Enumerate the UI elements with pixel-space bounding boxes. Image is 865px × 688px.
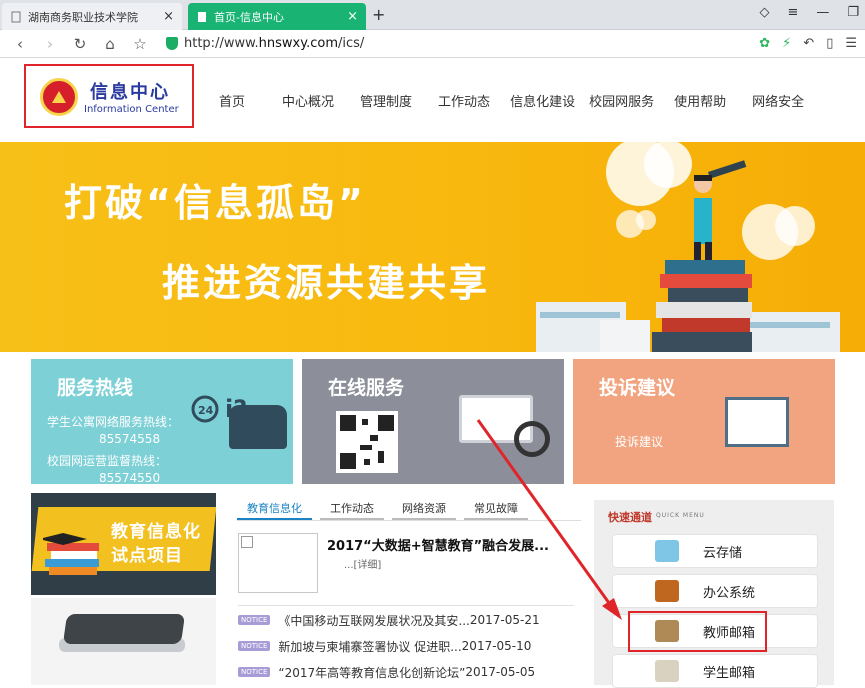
address-bar: ‹ › ↻ ⌂ ☆ http://www.hnswxy.com/ics/ ✿ ⚡… bbox=[0, 30, 865, 58]
security-shield-icon[interactable] bbox=[166, 37, 178, 50]
tab-info-center[interactable]: 首页-信息中心 × bbox=[188, 3, 366, 30]
support-24h-icon: 24 i? bbox=[191, 395, 247, 423]
hotline-number-1: 85574558 bbox=[99, 432, 161, 446]
hotline-number-2: 85574550 bbox=[99, 471, 161, 484]
notice-badge: NOTICE bbox=[238, 667, 271, 677]
nav-home[interactable]: 首页 bbox=[219, 91, 245, 110]
page-icon bbox=[11, 11, 21, 22]
logo-highlight-box[interactable]: 信息中心 Information Center bbox=[24, 64, 194, 128]
tab-work-news[interactable]: 工作动态 bbox=[320, 497, 384, 520]
envelope-icon bbox=[655, 660, 679, 682]
complaint-subtitle: 投诉建议 bbox=[615, 435, 664, 449]
news-date: 2017-05-21 bbox=[469, 613, 540, 627]
college-seal-icon bbox=[40, 78, 78, 116]
news-tabs: 教育信息化 工作动态 网络资源 常见故障 bbox=[237, 497, 581, 521]
undo-icon[interactable]: ↶ bbox=[803, 36, 814, 51]
news-item[interactable]: NOTICE 《中国移动互联网发展状况及其安... 2017-05-21 bbox=[238, 611, 578, 629]
hotline-title: 服务热线 bbox=[57, 377, 134, 399]
home-icon[interactable]: ⌂ bbox=[100, 35, 120, 53]
banner-headline: 打破“信息孤岛” bbox=[64, 181, 366, 225]
tab-edu-informatization[interactable]: 教育信息化 bbox=[237, 497, 312, 520]
page-icon bbox=[198, 11, 206, 22]
books-icon bbox=[43, 533, 99, 575]
nav-security[interactable]: 网络安全 bbox=[752, 91, 804, 110]
online-service-card[interactable]: 在线服务 bbox=[302, 359, 564, 484]
news-item[interactable]: NOTICE 新加坡与柬埔寨签署协议 促进职... 2017-05-10 bbox=[238, 637, 578, 655]
briefcase-icon bbox=[655, 580, 679, 602]
quick-menu-subtitle: QUICK MENU bbox=[656, 512, 705, 519]
menu-icon[interactable]: ≡ bbox=[787, 5, 798, 20]
main-nav: 首页 中心概况 管理制度 工作动态 信息化建设 校园网服务 使用帮助 网络安全 bbox=[205, 58, 804, 142]
envelope-icon bbox=[725, 397, 789, 447]
nav-help[interactable]: 使用帮助 bbox=[674, 91, 726, 110]
teacher-mail-highlight bbox=[628, 611, 767, 652]
hotline-label-2: 校园网运营监督热线： bbox=[47, 454, 168, 468]
divider bbox=[238, 605, 574, 606]
notice-badge: NOTICE bbox=[238, 615, 271, 625]
student-mail-button[interactable]: 学生邮箱 bbox=[612, 654, 818, 688]
tab-faq[interactable]: 常见故障 bbox=[464, 497, 528, 520]
close-icon[interactable]: × bbox=[163, 9, 174, 24]
news-item[interactable]: NOTICE “2017年高等教育信息化创新论坛” 2017-05-05 bbox=[238, 663, 578, 681]
hero-banner[interactable]: 打破“信息孤岛” 推进资源共建共享 bbox=[0, 142, 865, 352]
featured-thumbnail[interactable] bbox=[238, 533, 318, 593]
news-title: 《中国移动互联网发展状况及其安... bbox=[278, 613, 470, 628]
url-input[interactable]: http://www.hnswxy.com/ics/ bbox=[184, 36, 364, 51]
new-tab-button[interactable]: + bbox=[372, 5, 385, 24]
office-system-button[interactable]: 办公系统 bbox=[612, 574, 818, 608]
network-device-icon bbox=[62, 614, 186, 644]
quick-menu-title: 快速通道 bbox=[608, 511, 652, 524]
complaint-title: 投诉建议 bbox=[599, 377, 676, 399]
more-icon[interactable]: ☰ bbox=[845, 36, 857, 51]
edu-title-2: 试点项目 bbox=[111, 546, 183, 566]
device-icon[interactable]: ▯ bbox=[826, 36, 833, 51]
tab-label: 湖南商务职业技术学院 bbox=[28, 10, 138, 24]
edu-pilot-banner[interactable]: 教育信息化 试点项目 bbox=[31, 493, 216, 595]
site-header: 信息中心 Information Center 首页 中心概况 管理制度 工作动… bbox=[0, 58, 865, 142]
close-icon[interactable]: × bbox=[347, 9, 358, 24]
news-date: 2017-05-05 bbox=[465, 665, 536, 679]
magnifier-icon bbox=[514, 421, 550, 457]
hotline-label-1: 学生公寓网络服务热线： bbox=[47, 415, 180, 429]
notice-badge: NOTICE bbox=[238, 641, 271, 651]
minimize-icon[interactable]: — bbox=[816, 5, 829, 20]
tab-network-resources[interactable]: 网络资源 bbox=[392, 497, 456, 520]
featured-news-title[interactable]: 2017“大数据+智慧教育”融合发展... bbox=[327, 535, 549, 554]
logo-title: 信息中心 bbox=[90, 82, 170, 103]
logo-subtitle: Information Center bbox=[84, 104, 179, 115]
forward-icon[interactable]: › bbox=[40, 35, 60, 53]
quick-menu: 快速通道 QUICK MENU 云存储 办公系统 教师邮箱 学生邮箱 bbox=[594, 500, 834, 688]
accelerate-icon[interactable]: ✿ bbox=[759, 36, 770, 51]
news-title: 新加坡与柬埔寨签署协议 促进职... bbox=[278, 639, 462, 654]
nav-informatization[interactable]: 信息化建设 bbox=[510, 91, 575, 110]
complaint-card[interactable]: 投诉建议 投诉建议 bbox=[573, 359, 835, 484]
hotline-card[interactable]: 服务热线 学生公寓网络服务热线： 85574558 校园网运营监督热线： 855… bbox=[31, 359, 293, 484]
svg-text:24: 24 bbox=[198, 404, 214, 417]
qr-code-icon bbox=[336, 411, 398, 473]
featured-detail-link[interactable]: ...[详细] bbox=[344, 556, 381, 571]
nav-regulations[interactable]: 管理制度 bbox=[360, 91, 412, 110]
online-service-title: 在线服务 bbox=[328, 377, 405, 399]
svg-text:i?: i? bbox=[225, 395, 247, 423]
tab-college[interactable]: 湖南商务职业技术学院 × bbox=[2, 3, 182, 30]
browser-tab-bar: 湖南商务职业技术学院 × 首页-信息中心 × + ◇ ≡ — ❐ bbox=[0, 0, 865, 30]
back-icon[interactable]: ‹ bbox=[10, 35, 30, 53]
restore-icon[interactable]: ❐ bbox=[847, 5, 859, 20]
tab-label: 首页-信息中心 bbox=[214, 10, 284, 24]
refresh-icon[interactable]: ↻ bbox=[70, 35, 90, 53]
cloud-storage-button[interactable]: 云存储 bbox=[612, 534, 818, 568]
star-icon[interactable]: ☆ bbox=[130, 35, 150, 53]
device-banner[interactable] bbox=[31, 598, 216, 685]
cloud-storage-icon bbox=[655, 540, 679, 562]
lightning-icon[interactable]: ⚡ bbox=[782, 36, 791, 51]
edu-title-1: 教育信息化 bbox=[111, 522, 201, 542]
skin-icon[interactable]: ◇ bbox=[759, 5, 769, 20]
nav-overview[interactable]: 中心概况 bbox=[282, 91, 334, 110]
banner-subheadline: 推进资源共建共享 bbox=[162, 261, 491, 305]
nav-news[interactable]: 工作动态 bbox=[438, 91, 490, 110]
news-title: “2017年高等教育信息化创新论坛” bbox=[278, 665, 466, 680]
nav-campus-service[interactable]: 校园网服务 bbox=[589, 91, 654, 110]
news-date: 2017-05-10 bbox=[461, 639, 532, 653]
